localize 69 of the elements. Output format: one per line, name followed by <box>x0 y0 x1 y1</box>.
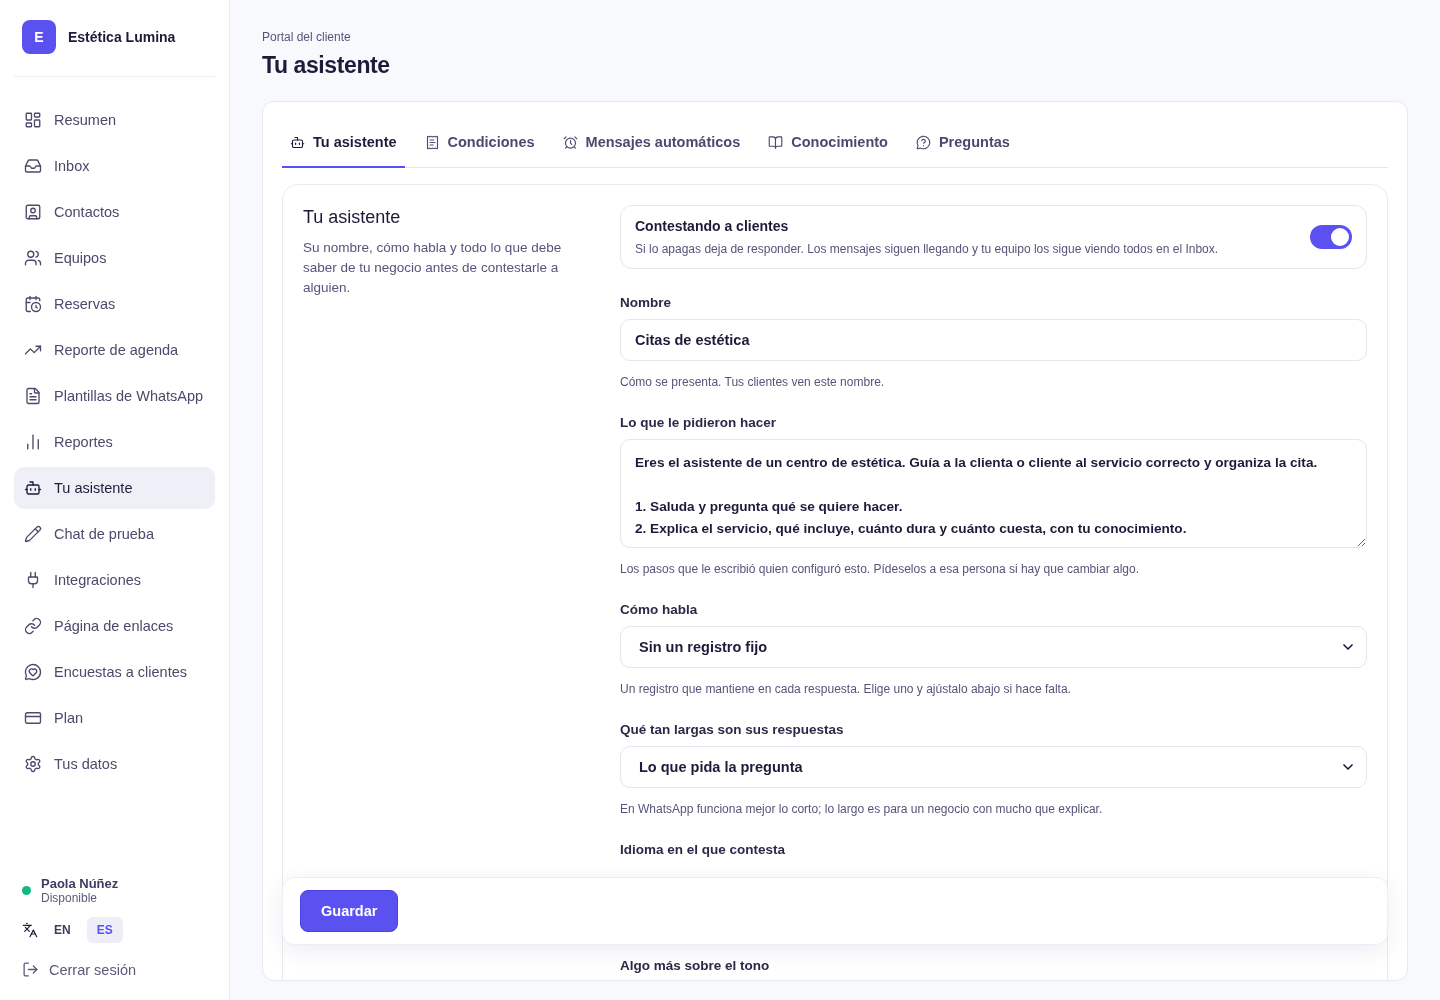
users-icon <box>24 249 42 267</box>
section-description: Su nombre, cómo habla y todo lo que debe saber de tu negocio antes de contestarle a alguien. <box>303 239 563 297</box>
sidebar-item[interactable]: Plantillas de WhatsApp <box>14 375 215 417</box>
breadcrumb: Portal del cliente <box>262 30 352 44</box>
sidebar-item[interactable]: Inbox <box>14 145 215 187</box>
contact-icon <box>24 203 42 221</box>
sidebar-item[interactable]: Chat de prueba <box>14 513 215 555</box>
sidebar-item[interactable]: Reportes <box>14 421 215 463</box>
toggle-switch[interactable] <box>1310 225 1352 249</box>
field-label: Qué tan largas son sus respuestas <box>620 722 845 737</box>
save-button[interactable]: Guardar <box>300 890 399 932</box>
help-text: Un registro que mantiene en cada respuesta. Elige uno y ajústalo abajo si hace falta. <box>620 682 1072 696</box>
logout-icon <box>22 961 39 978</box>
sidebar-item[interactable]: Página de enlaces <box>14 605 215 647</box>
settings-icon <box>24 755 42 773</box>
tab[interactable]: Condiciones <box>416 118 543 168</box>
field-label: Nombre <box>620 295 672 310</box>
document-icon <box>24 387 42 405</box>
chat-heart-icon <box>24 663 42 681</box>
select-field[interactable]: Sin un registro fijo <box>620 626 1367 668</box>
tab[interactable]: Mensajes automáticos <box>554 118 749 168</box>
tab[interactable]: Tu asistente <box>282 118 405 168</box>
toggle-description: Si lo apagas deja de responder. Los mensajes siguen llegando y tu equipo los sigue viendo todos en el Inbox. <box>635 242 1220 256</box>
sidebar-item[interactable]: Resumen <box>14 99 215 141</box>
sidebar-item[interactable]: Contactos <box>14 191 215 233</box>
sidebar-item[interactable]: Reservas <box>14 283 215 325</box>
dashboard-icon <box>24 111 42 129</box>
chat-question-icon <box>915 134 931 150</box>
sidebar-item[interactable]: Encuestas a clientes <box>14 651 215 693</box>
help-text: Cómo se presenta. Tus clientes ven este nombre. <box>620 375 886 389</box>
tab[interactable]: Conocimiento <box>760 118 896 168</box>
help-text: En WhatsApp funciona mejor lo corto; lo largo es para un negocio con mucho que explicar. <box>620 802 1104 816</box>
field-label: Lo que le pidieron hacer <box>620 415 778 430</box>
robot-icon <box>290 134 305 150</box>
section-title: Tu asistente <box>303 207 402 228</box>
robot-icon <box>24 479 42 497</box>
pencil-icon <box>24 525 42 543</box>
user-status: Disponible <box>41 891 99 905</box>
name-field[interactable]: Citas de estética <box>620 319 1367 361</box>
calendar-clock-icon <box>24 295 42 313</box>
language-option[interactable]: EN <box>44 917 81 943</box>
brand-logo: E <box>22 20 56 54</box>
language-option[interactable]: ES <box>86 917 123 943</box>
sidebar-item[interactable]: Integraciones <box>14 559 215 601</box>
inbox-icon <box>24 157 42 175</box>
alarm-icon <box>562 134 578 150</box>
sidebar-item[interactable]: Equipos <box>14 237 215 279</box>
tab[interactable]: Preguntas <box>907 118 1018 168</box>
field-label: Idioma en el que contesta <box>620 842 787 857</box>
logout-button[interactable]: Cerrar sesión <box>22 955 207 984</box>
receipt-icon <box>424 134 440 150</box>
page-title: Tu asistente <box>262 52 391 79</box>
sidebar-item[interactable]: Reporte de agenda <box>14 329 215 371</box>
brand-name: Estética Lumina <box>68 29 176 45</box>
toggle-title: Contestando a clientes <box>635 218 790 234</box>
user-name: Paola Núñez <box>41 876 119 891</box>
instructions-field[interactable]: Eres el asistente de un centro de estética. Guía a la clienta o cliente al servicio correcto y organiza la cita. 1. Saluda y pregunta qué se quiere hacer. 2. Explica el servicio, qué incluye, cuánto dura y cuánto cuesta, con tu conocimiento. <box>620 439 1367 548</box>
sidebar-item[interactable]: Tu asistente <box>14 467 215 509</box>
help-text: Los pasos que le escribió quien configuró esto. Pídeselos a esa persona si hay que cambiar algo. <box>620 562 1140 576</box>
card-icon <box>24 709 42 727</box>
field-label: Algo más sobre el tono <box>620 958 771 973</box>
translate-icon <box>22 922 38 938</box>
sidebar-item[interactable]: Plan <box>14 697 215 739</box>
sidebar-item[interactable]: Tus datos <box>14 743 215 785</box>
link-icon <box>24 617 42 635</box>
select-field[interactable]: Lo que pida la pregunta <box>620 746 1367 788</box>
bar-chart-icon <box>24 433 42 451</box>
field-label: Cómo habla <box>620 602 699 617</box>
book-icon <box>768 134 784 150</box>
